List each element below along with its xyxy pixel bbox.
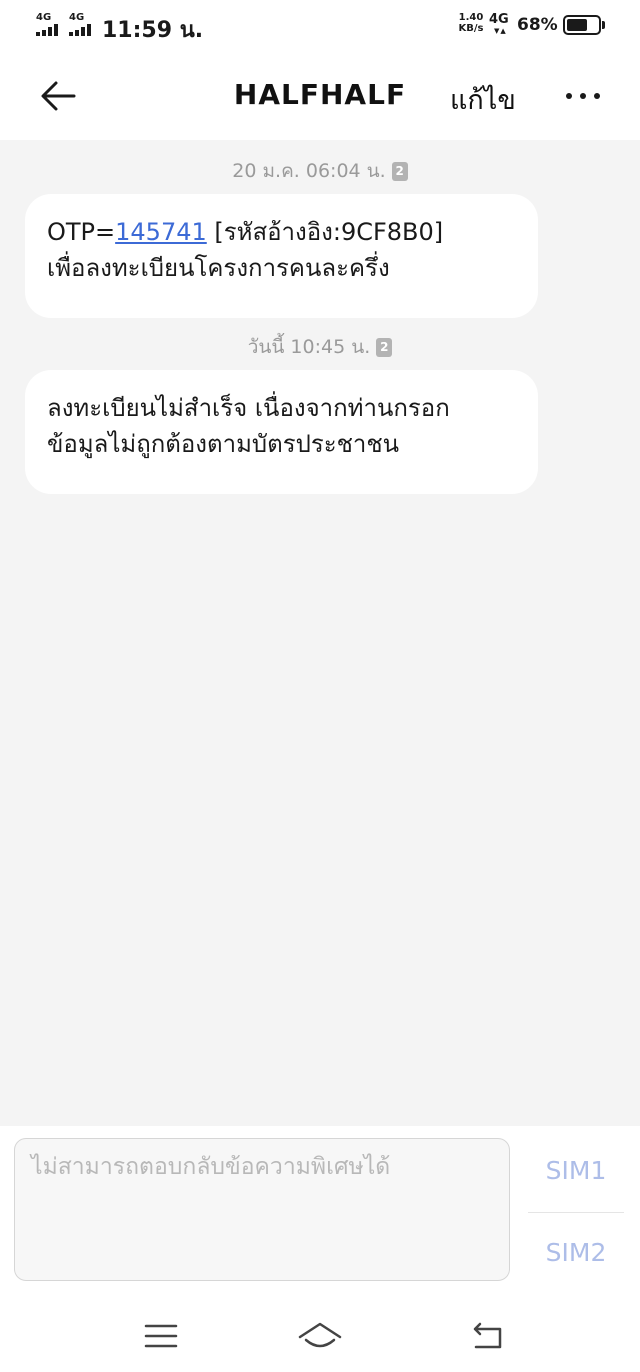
status-bar: 4G 4G 11:59 น. 1.40 KB/s 4G ▼▲ 68%: [0, 0, 640, 52]
system-back-button[interactable]: [470, 1318, 508, 1354]
battery-icon: [563, 15, 601, 35]
data-network-label: 4G: [489, 12, 509, 27]
network-speed-unit: KB/s: [458, 23, 484, 34]
reference-code: [รหัสอ้างอิง:9CF8B0]: [206, 218, 444, 246]
data-activity-icon: ▼▲: [494, 27, 507, 35]
send-sim2-button[interactable]: SIM2: [528, 1238, 624, 1267]
otp-prefix: OTP=: [47, 218, 116, 246]
reply-placeholder: ไม่สามารถตอบกลับข้อความพิเศษได้: [31, 1154, 391, 1180]
menu-lines-icon: [144, 1324, 178, 1348]
signal-bars-icon: [69, 24, 95, 36]
message-timestamp: วันนี้ 10:45 น. 2: [0, 332, 640, 362]
data-network-indicator: 4G ▼▲: [489, 12, 509, 35]
otp-code-link[interactable]: 145741: [115, 218, 207, 246]
sim-divider: [528, 1212, 624, 1213]
back-button[interactable]: [32, 74, 86, 118]
message-bubble[interactable]: ลงทะเบียนไม่สำเร็จ เนื่องจากท่านกรอก ข้อ…: [25, 370, 538, 494]
navigation-bar: [0, 1302, 640, 1372]
message-line: เพื่อลงทะเบียนโครงการคนละครึ่ง: [47, 254, 390, 282]
network-speed: 1.40 KB/s: [456, 12, 486, 34]
message-line: ลงทะเบียนไม่สำเร็จ เนื่องจากท่านกรอก: [47, 394, 450, 422]
message-timestamp: 20 ม.ค. 06:04 น. 2: [0, 156, 640, 186]
composer-area: ไม่สามารถตอบกลับข้อความพิเศษได้ SIM1 SIM…: [0, 1126, 640, 1302]
menu-button[interactable]: [142, 1318, 180, 1354]
home-button[interactable]: [296, 1318, 344, 1354]
sim1-network-label: 4G: [36, 12, 52, 23]
battery-percent: 68%: [517, 15, 558, 35]
reply-input[interactable]: ไม่สามารถตอบกลับข้อความพิเศษได้: [14, 1138, 510, 1281]
clock: 11:59 น.: [102, 18, 204, 43]
message-line: ข้อมูลไม่ถูกต้องตามบัตรประชาชน: [47, 430, 400, 458]
message-bubble[interactable]: OTP=145741 [รหัสอ้างอิง:9CF8B0] เพื่อลงท…: [25, 194, 538, 318]
timestamp-text: 20 ม.ค. 06:04 น.: [232, 160, 386, 182]
sim2-network-label: 4G: [69, 12, 85, 23]
message-line: OTP=145741 [รหัสอ้างอิง:9CF8B0]: [47, 214, 516, 250]
signal-bars-icon: [36, 24, 62, 36]
network-speed-value: 1.40: [458, 12, 484, 23]
sim-badge-icon: 2: [391, 162, 408, 181]
home-icon: [298, 1322, 342, 1348]
sim-badge-icon: 2: [376, 338, 393, 357]
more-options-button[interactable]: [560, 76, 606, 116]
arrow-left-icon: [41, 81, 76, 111]
edit-button[interactable]: แก้ไข: [450, 78, 516, 121]
battery-tip: [602, 21, 605, 29]
send-sim1-button[interactable]: SIM1: [528, 1156, 624, 1185]
more-dots-icon: [566, 93, 600, 99]
return-icon: [473, 1322, 502, 1349]
conversation-title: HALFHALF: [233, 78, 407, 111]
timestamp-text: วันนี้ 10:45 น.: [247, 336, 371, 358]
conversation-header: HALFHALF แก้ไข: [0, 52, 640, 140]
